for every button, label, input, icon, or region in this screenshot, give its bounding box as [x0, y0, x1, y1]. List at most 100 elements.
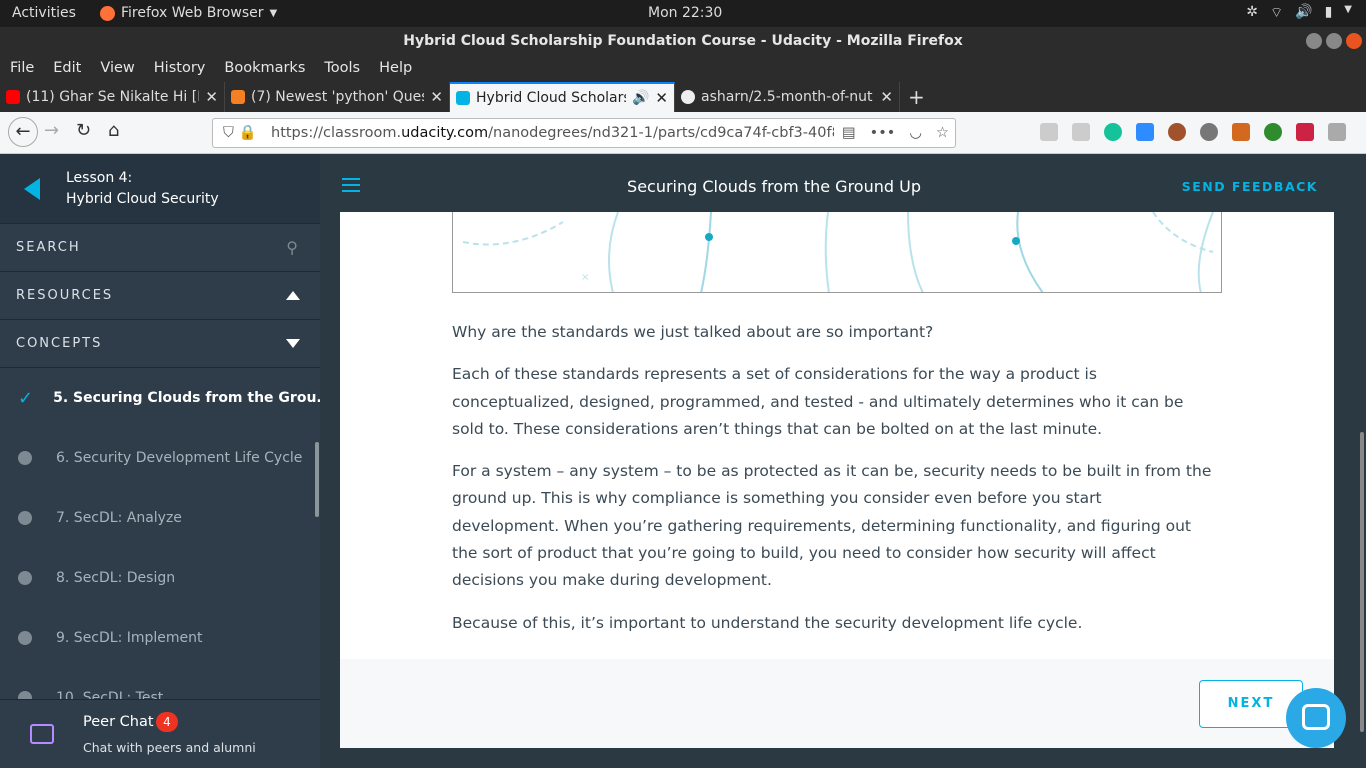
maximize-button[interactable] — [1326, 33, 1342, 49]
concept-item[interactable]: 7. SecDL: Analyze — [0, 488, 320, 548]
back-arrow-icon[interactable] — [24, 177, 40, 200]
tab-label: asharn/2.5-month-of-nut — [701, 89, 873, 105]
close-tab-icon[interactable]: ✕ — [880, 88, 893, 106]
concept-item[interactable]: ✓ 5. Securing Clouds from the Grou... — [0, 368, 320, 428]
chat-bubble-icon — [1302, 704, 1330, 730]
tab-label: (11) Ghar Se Nikalte Hi [F — [26, 89, 200, 105]
peer-chat-subtitle: Chat with peers and alumni — [83, 740, 256, 755]
peer-chat[interactable]: Peer Chat 4 Chat with peers and alumni — [0, 699, 320, 768]
status-dot-icon — [18, 451, 32, 465]
tab-stackoverflow[interactable]: (7) Newest 'python' Ques ✕ — [225, 82, 450, 112]
expand-icon[interactable] — [286, 339, 300, 348]
bookmark-star-icon[interactable]: ☆ — [936, 119, 949, 147]
forward-button[interactable]: → — [44, 120, 59, 141]
cookie-icon[interactable] — [1168, 123, 1186, 141]
activities-button[interactable]: Activities — [12, 5, 76, 21]
menu-edit[interactable]: Edit — [53, 55, 81, 82]
send-feedback-link[interactable]: SEND FEEDBACK — [1182, 179, 1318, 194]
lesson-label: Lesson 4: — [66, 169, 133, 186]
tab-udacity[interactable]: Hybrid Cloud Scholars 🔊 ✕ — [450, 82, 675, 112]
extension-icon[interactable] — [1232, 123, 1250, 141]
page-scrollbar[interactable] — [1358, 212, 1366, 768]
status-dot-icon — [18, 571, 32, 585]
checkmark-icon: ✓ — [18, 387, 34, 409]
more-actions-icon[interactable]: ••• — [870, 119, 896, 147]
resources-label: RESOURCES — [16, 288, 114, 303]
firefox-icon — [100, 5, 115, 21]
concept-title: Securing Clouds from the Ground Up — [627, 177, 921, 196]
close-tab-icon[interactable]: ✕ — [655, 89, 668, 107]
concept-label: 9. SecDL: Implement — [56, 630, 203, 646]
close-tab-icon[interactable]: ✕ — [430, 88, 443, 106]
pocket-icon[interactable]: ◡ — [909, 119, 922, 147]
home-button[interactable]: ⌂ — [108, 120, 119, 141]
collapse-icon[interactable] — [286, 291, 300, 300]
notification-badge: 4 — [156, 712, 178, 732]
tab-youtube[interactable]: (11) Ghar Se Nikalte Hi [F ✕ — [0, 82, 225, 112]
menu-help[interactable]: Help — [379, 55, 412, 82]
app-menu[interactable]: Firefox Web Browser ▼ — [100, 5, 277, 21]
url-bar[interactable]: ⛉ 🔒 https://classroom.udacity.com/nanode… — [212, 118, 956, 148]
reload-button[interactable]: ↻ — [76, 120, 91, 141]
menu-file[interactable]: File — [10, 55, 34, 82]
accessibility-icon[interactable]: ✲ — [1246, 4, 1258, 22]
speaker-icon[interactable]: 🔊 — [632, 90, 649, 106]
content-area: × Why are the standards we just talked a… — [340, 212, 1334, 748]
clock[interactable]: Mon 22:30 — [648, 5, 722, 21]
concept-item[interactable]: 9. SecDL: Implement — [0, 608, 320, 668]
back-button[interactable]: ← — [8, 117, 38, 147]
tab-bar: (11) Ghar Se Nikalte Hi [F ✕ (7) Newest '… — [0, 82, 1366, 112]
resources-section[interactable]: RESOURCES — [0, 272, 320, 320]
wifi-icon: ⌔ — [1269, 5, 1284, 21]
window-title-bar: Hybrid Cloud Scholarship Foundation Cour… — [0, 27, 1366, 55]
close-tab-icon[interactable]: ✕ — [205, 88, 218, 106]
menu-view[interactable]: View — [100, 55, 134, 82]
sidebar-scrollbar[interactable] — [315, 442, 319, 517]
udacity-icon — [456, 91, 470, 105]
lesson-header[interactable]: Lesson 4: Hybrid Cloud Security — [0, 154, 320, 224]
menu-history[interactable]: History — [154, 55, 206, 82]
grammarly-icon[interactable] — [1104, 123, 1122, 141]
zoom-icon[interactable] — [1136, 123, 1154, 141]
lesson-title: Hybrid Cloud Security — [66, 190, 219, 207]
search-section[interactable]: SEARCH ⚲ — [0, 224, 320, 272]
menu-tools[interactable]: Tools — [324, 55, 360, 82]
concept-item[interactable]: 6. Security Development Life Cycle — [0, 428, 320, 488]
minimize-button[interactable] — [1306, 33, 1322, 49]
red-extension-icon[interactable] — [1296, 123, 1314, 141]
hamburger-menu-icon[interactable] — [1328, 123, 1346, 141]
close-button[interactable] — [1346, 33, 1362, 49]
lock-icon[interactable]: ⛉ 🔒 — [223, 119, 257, 147]
paragraph: Each of these standards represents a set… — [452, 365, 1184, 438]
url-prefix: https://classroom. — [271, 125, 402, 141]
menu-bookmarks[interactable]: Bookmarks — [224, 55, 305, 82]
sidebar-icon[interactable] — [1072, 123, 1090, 141]
concept-label: 6. Security Development Life Cycle — [56, 450, 303, 466]
concepts-section[interactable]: CONCEPTS — [0, 320, 320, 368]
github-icon — [681, 90, 695, 104]
youtube-icon — [6, 90, 20, 104]
new-tab-button[interactable]: + — [900, 82, 925, 112]
reader-view-icon[interactable]: ▤ — [842, 119, 856, 147]
account-icon[interactable] — [1200, 123, 1218, 141]
url-path: /nanodegrees/nd321-1/parts/cd9ca74f-cbf3… — [488, 125, 841, 141]
concept-label: 7. SecDL: Analyze — [56, 510, 182, 526]
concept-item[interactable]: 8. SecDL: Design — [0, 548, 320, 608]
page-actions: ▤ ••• ◡ ☆ — [833, 119, 949, 147]
paragraph: For a system – any system – to be as pro… — [452, 462, 1212, 590]
illustration: × — [452, 212, 1222, 293]
tab-label: (7) Newest 'python' Ques — [251, 89, 425, 105]
peer-chat-title: Peer Chat — [83, 714, 154, 730]
classroom-header: Securing Clouds from the Ground Up SEND … — [320, 154, 1366, 212]
scrollbar-thumb[interactable] — [1360, 432, 1364, 732]
concept-text: Why are the standards we just talked abo… — [452, 319, 1212, 652]
help-chat-button[interactable] — [1286, 688, 1346, 748]
search-icon[interactable]: ⚲ — [286, 238, 300, 257]
library-icon[interactable] — [1040, 123, 1058, 141]
green-extension-icon[interactable] — [1264, 123, 1282, 141]
tab-github[interactable]: asharn/2.5-month-of-nut ✕ — [675, 82, 900, 112]
chat-icon — [30, 724, 54, 744]
url-domain: udacity.com — [401, 125, 489, 141]
paragraph: Why are the standards we just talked abo… — [452, 323, 934, 341]
system-tray[interactable]: ✲ ⌔ 🔊 ▮ ▼ — [1246, 4, 1352, 22]
